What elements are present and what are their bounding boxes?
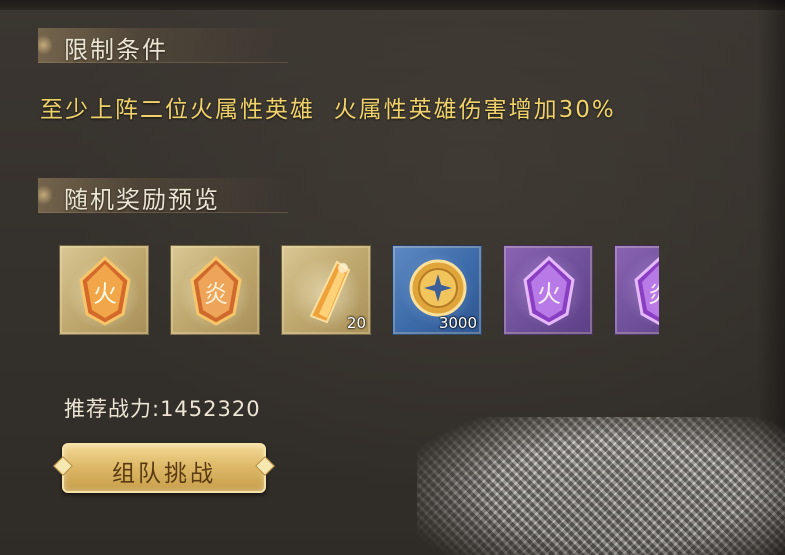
reward-count: 3000	[438, 314, 477, 332]
recommended-power: 推荐战力:1452320	[64, 397, 261, 421]
reward-item-purple-rune-1[interactable]: 火	[503, 245, 593, 335]
reward-item-fire-rune-1[interactable]: 火	[59, 245, 149, 335]
restriction-title: 限制条件	[64, 36, 168, 64]
restriction-section-header: 限制条件	[38, 28, 288, 64]
restriction-condition-text: 至少上阵二位火属性英雄 火属性英雄伤害增加30%	[40, 97, 616, 123]
team-challenge-label: 组队挑战	[112, 461, 216, 487]
team-challenge-button[interactable]: 组队挑战	[62, 443, 266, 493]
svg-text:火: 火	[537, 280, 561, 308]
purple-rune-gem-icon: 炎	[634, 256, 659, 326]
reward-item-fire-rune-2[interactable]: 炎	[170, 245, 260, 335]
fire-rune-gem-icon: 火	[79, 256, 131, 326]
obscured-region	[417, 417, 785, 555]
reward-count: 20	[346, 314, 366, 332]
reward-item-purple-rune-2[interactable]: 炎	[614, 245, 659, 335]
svg-text:炎: 炎	[648, 280, 659, 308]
fire-rune-gem-icon: 炎	[190, 256, 242, 326]
reward-title: 随机奖励预览	[64, 186, 220, 214]
purple-rune-gem-icon: 火	[523, 256, 575, 326]
reward-section-header: 随机奖励预览	[38, 178, 288, 214]
top-frame	[0, 0, 785, 10]
svg-text:火: 火	[93, 280, 117, 308]
reward-item-crystal-shard[interactable]: 20	[281, 245, 371, 335]
reward-list: 火 炎 20 3000 火 炎	[59, 245, 659, 337]
svg-text:炎: 炎	[204, 280, 228, 308]
reward-item-gold-coin[interactable]: 3000	[392, 245, 482, 335]
